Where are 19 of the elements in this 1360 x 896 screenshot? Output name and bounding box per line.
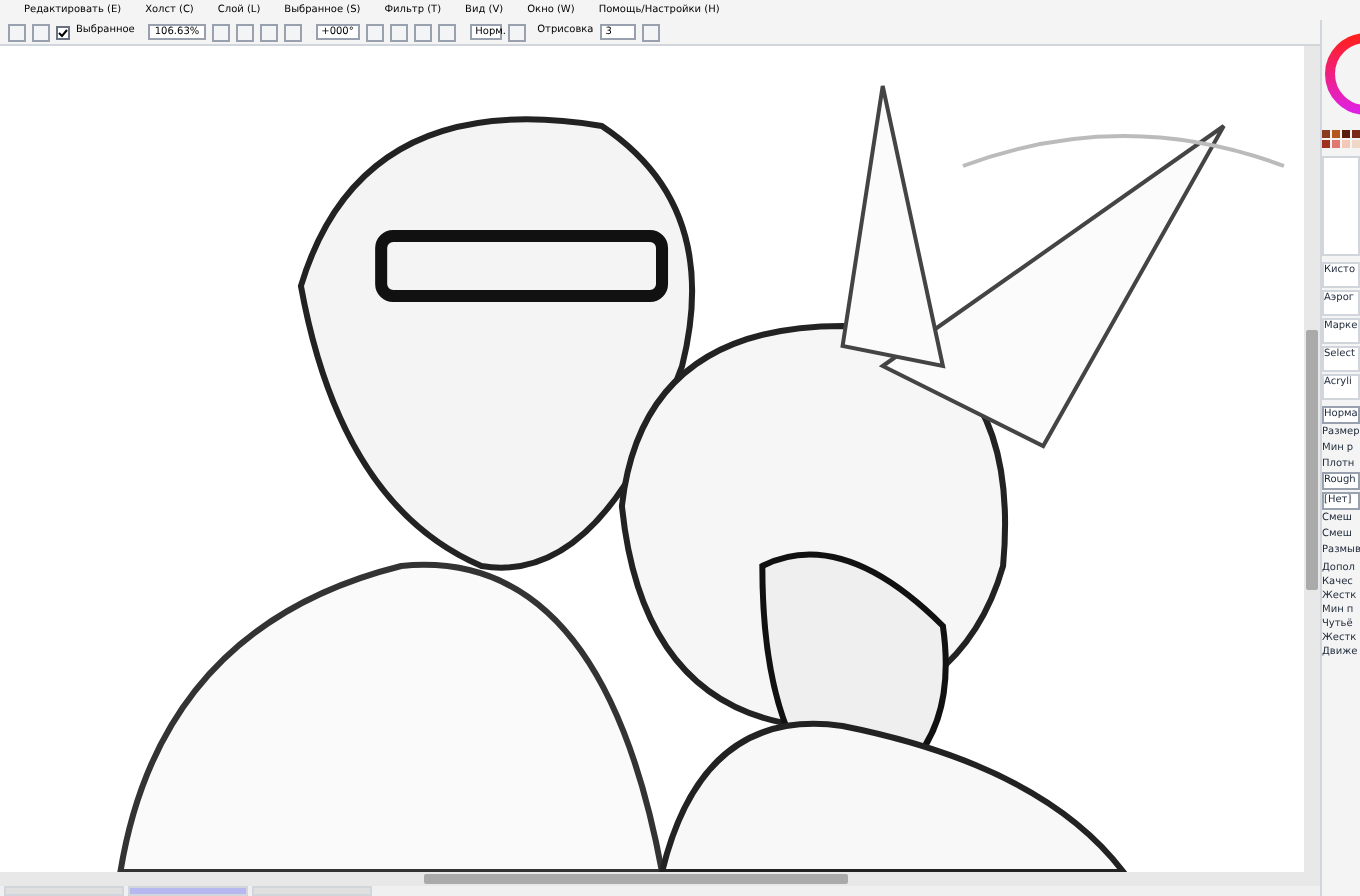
color-swatch[interactable]: [1322, 130, 1330, 138]
scrollbar-thumb[interactable]: [1306, 330, 1318, 590]
toolbar-button[interactable]: [507, 23, 526, 41]
checkmark-icon: [58, 27, 68, 37]
document-tab[interactable]: [252, 886, 372, 896]
color-swatch[interactable]: [1332, 130, 1340, 138]
color-swatch[interactable]: [1342, 130, 1350, 138]
scrollbar-thumb[interactable]: [424, 874, 848, 884]
selection-checkbox[interactable]: [56, 25, 70, 39]
toolbar-button[interactable]: [641, 23, 660, 41]
vertical-scrollbar[interactable]: [1304, 46, 1320, 872]
color-swatch[interactable]: [1342, 140, 1350, 148]
horizontal-scrollbar[interactable]: [0, 872, 1320, 886]
color-swatch[interactable]: [1332, 140, 1340, 148]
color-swatch[interactable]: [1322, 140, 1330, 148]
color-swatch[interactable]: [1352, 130, 1360, 138]
document-tab[interactable]: [4, 886, 124, 896]
color-swatch[interactable]: [1352, 140, 1360, 148]
document-tab[interactable]: [128, 886, 248, 896]
